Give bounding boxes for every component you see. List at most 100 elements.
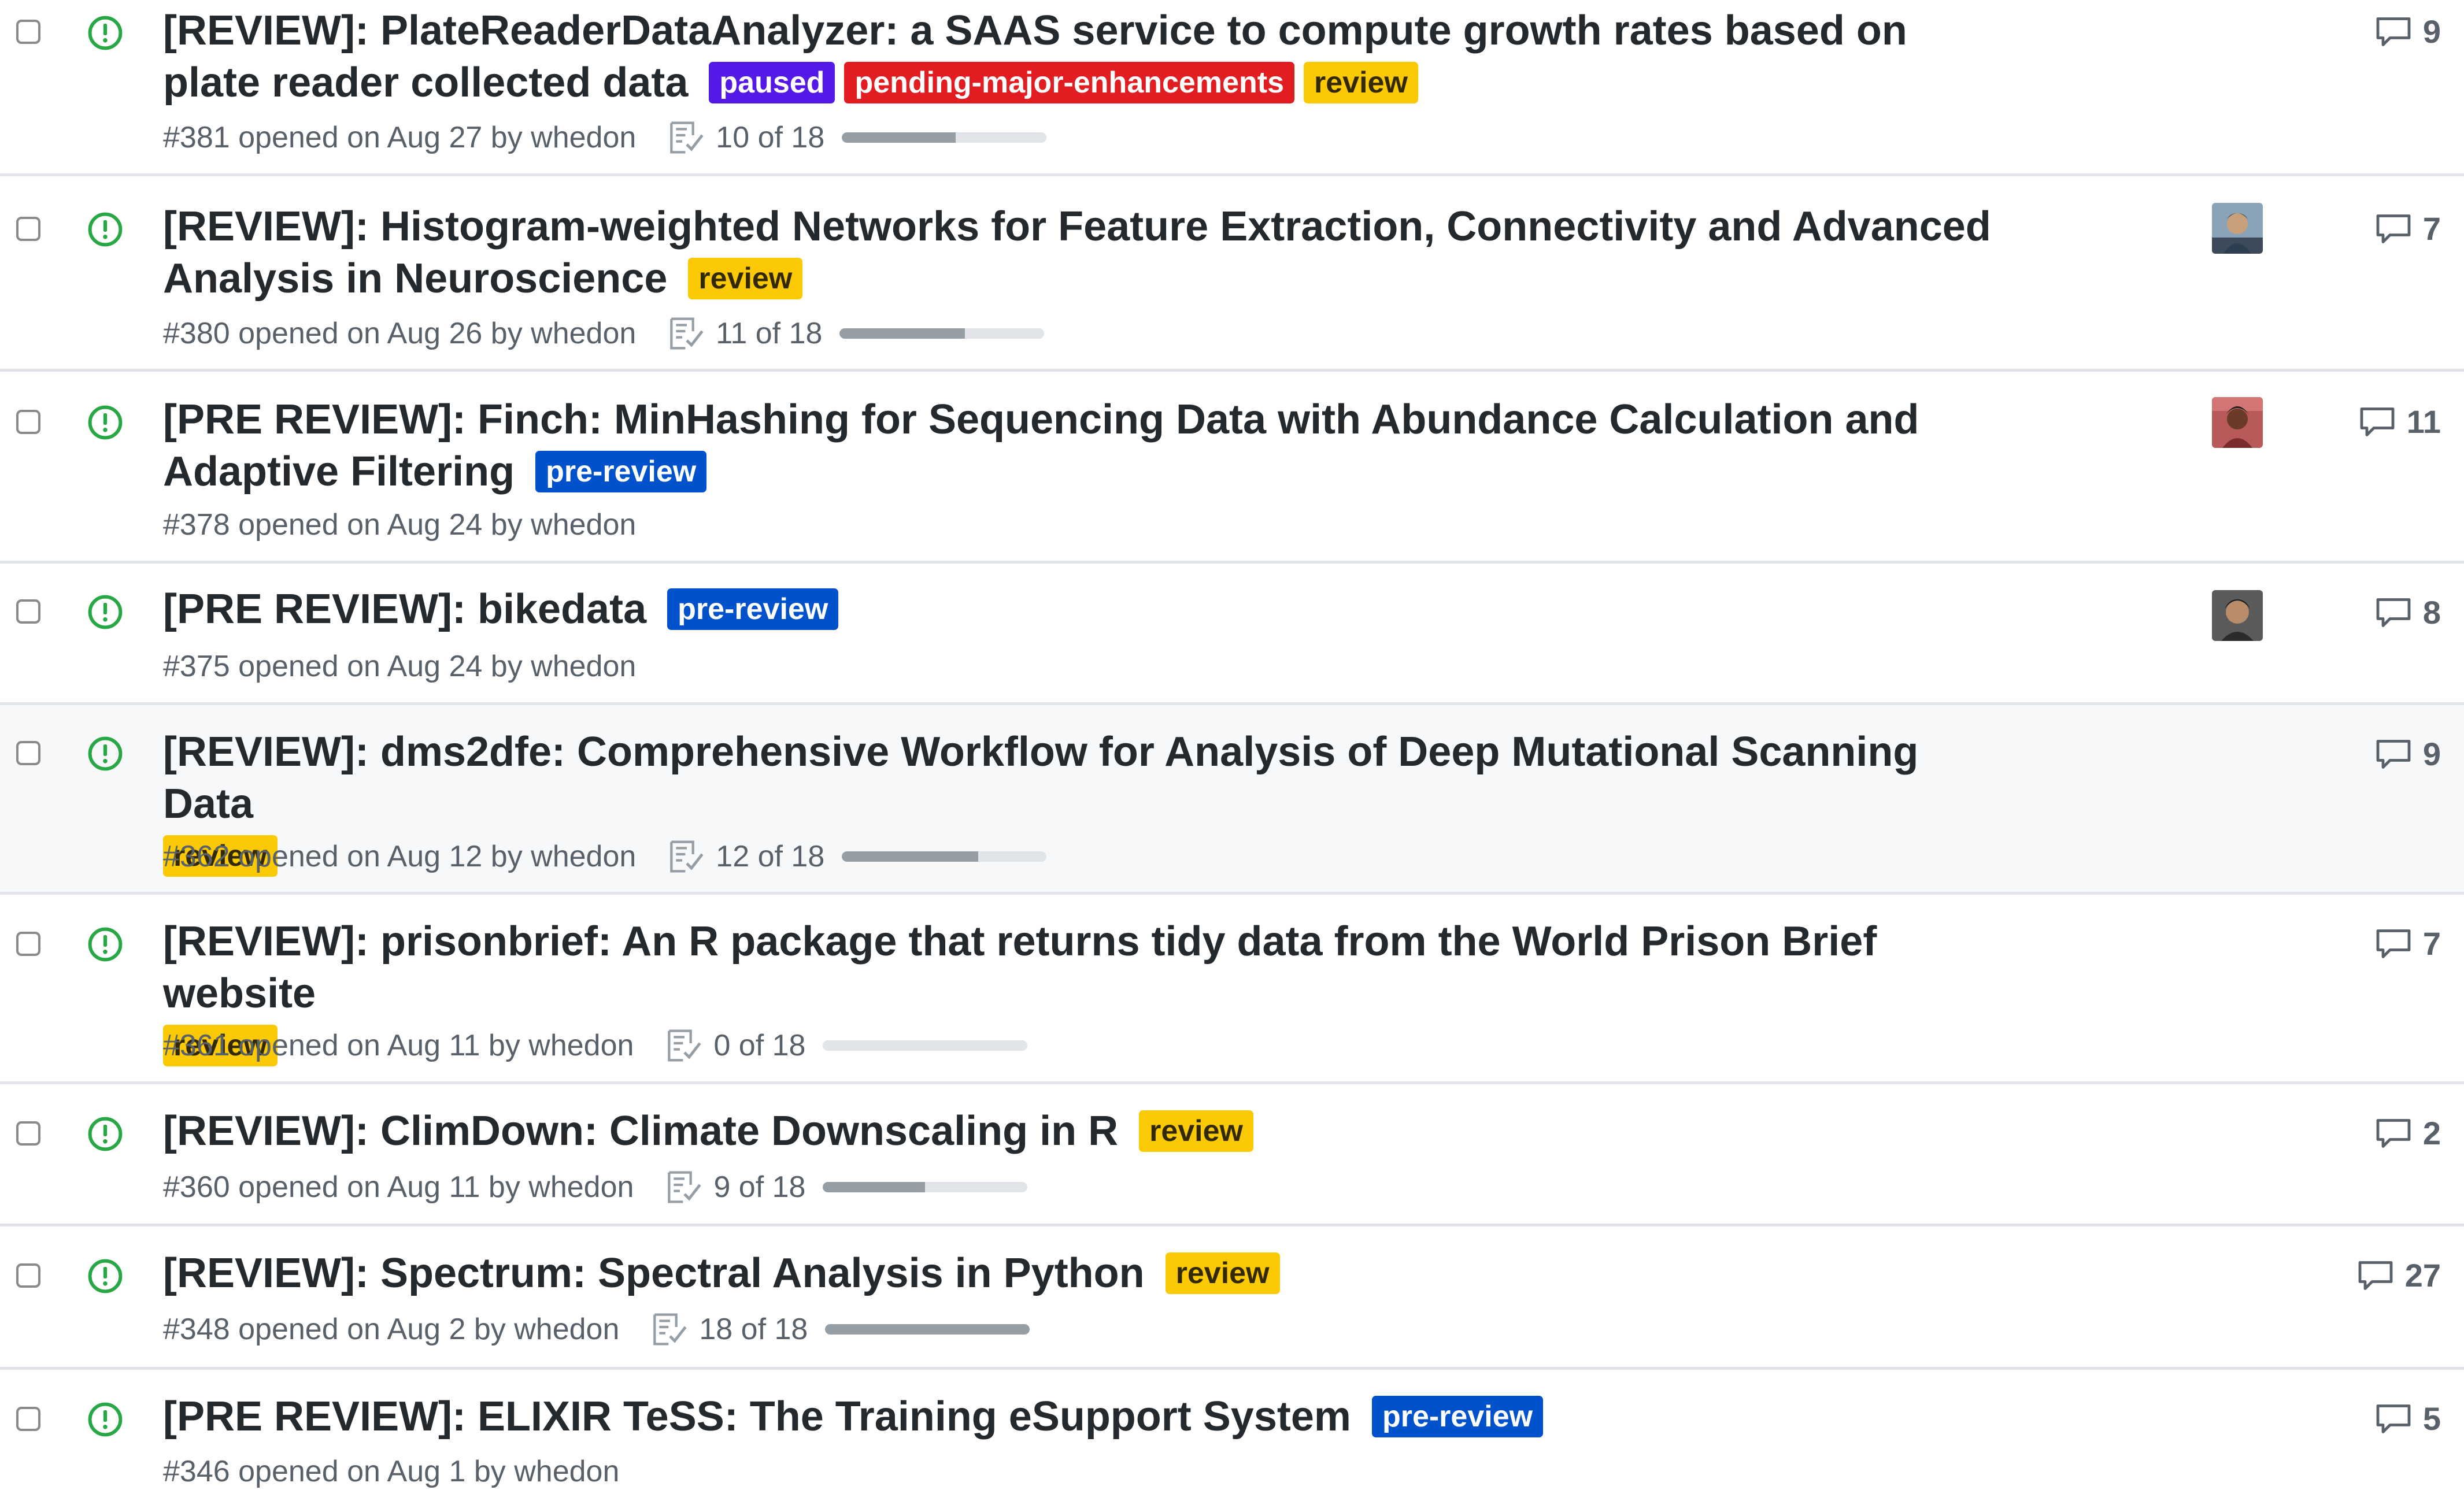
task-progress: 11 of 18 xyxy=(668,315,1045,352)
label-review[interactable]: review xyxy=(1139,1110,1253,1152)
issue-title-link[interactable]: [PRE REVIEW]: Finch: MinHashing for Sequ… xyxy=(163,396,1919,495)
label-review[interactable]: review xyxy=(1304,62,1418,103)
select-checkbox[interactable] xyxy=(16,410,40,434)
task-progress: 9 of 18 xyxy=(666,1169,1028,1206)
open-issue-icon xyxy=(88,16,123,50)
issue-opened-info: #361 opened on Aug 11 by whedon xyxy=(163,1029,634,1062)
checklist-icon xyxy=(668,1171,701,1203)
issue-opened-info: #375 opened on Aug 24 by whedon xyxy=(163,650,637,683)
issue-meta: #380 opened on Aug 26 by whedon 11 of 18 xyxy=(163,315,1045,352)
issue-row: [REVIEW]: dms2dfe: Comprehensive Workflo… xyxy=(0,705,2464,895)
comment-icon xyxy=(2376,1118,2411,1148)
task-count: 18 of 18 xyxy=(699,1313,808,1346)
open-issue-icon xyxy=(88,405,123,440)
label-paused[interactable]: paused xyxy=(709,62,835,103)
issue-opened-info: #346 opened on Aug 1 by whedon xyxy=(163,1455,620,1488)
comment-icon xyxy=(2376,214,2411,243)
issue-opened-info: #348 opened on Aug 2 by whedon xyxy=(163,1313,620,1346)
select-checkbox[interactable] xyxy=(16,217,40,241)
issue-title-block: [PRE REVIEW]: Finch: MinHashing for Sequ… xyxy=(163,394,2013,498)
open-issue-icon xyxy=(88,595,123,629)
comment-count: 7 xyxy=(2422,210,2441,247)
comments-link[interactable]: 9 xyxy=(2374,735,2441,773)
issue-title-link[interactable]: [REVIEW]: Spectrum: Spectral Analysis in… xyxy=(163,1250,1145,1296)
assignee-avatar[interactable] xyxy=(2212,590,2263,641)
issue-title-block: [REVIEW]: Spectrum: Spectral Analysis in… xyxy=(163,1247,2013,1299)
open-issue-icon xyxy=(88,1402,123,1437)
checklist-icon xyxy=(670,121,704,154)
task-progress-bar xyxy=(842,132,1047,143)
comment-icon xyxy=(2376,598,2411,627)
select-checkbox[interactable] xyxy=(16,741,40,765)
comments-link[interactable]: 27 xyxy=(2356,1257,2441,1294)
issue-title-block: [REVIEW]: PlateReaderDataAnalyzer: a SAA… xyxy=(163,5,2013,109)
comments-link[interactable]: 9 xyxy=(2374,13,2441,50)
comments-link[interactable]: 8 xyxy=(2374,594,2441,631)
task-count: 9 of 18 xyxy=(713,1170,806,1204)
comments-link[interactable]: 5 xyxy=(2374,1400,2441,1437)
label-pre-review[interactable]: pre-review xyxy=(667,588,839,630)
issue-title-block: [PRE REVIEW]: bikedata pre-review xyxy=(163,583,2013,635)
issue-title-link[interactable]: [REVIEW]: prisonbrief: An R package that… xyxy=(163,918,1877,1017)
label-pre-review[interactable]: pre-review xyxy=(1371,1396,1544,1437)
task-count: 10 of 18 xyxy=(716,121,825,154)
comment-icon xyxy=(2360,407,2395,436)
select-checkbox[interactable] xyxy=(16,20,40,44)
task-progress-fill xyxy=(825,1324,1030,1335)
task-progress-bar xyxy=(823,1040,1028,1051)
issue-title-block: [REVIEW]: ClimDown: Climate Downscaling … xyxy=(163,1105,2013,1157)
select-checkbox[interactable] xyxy=(16,1263,40,1288)
issue-row: [PRE REVIEW]: bikedata pre-review #375 o… xyxy=(0,564,2464,705)
comments-link[interactable]: 11 xyxy=(2358,403,2441,440)
task-progress: 10 of 18 xyxy=(668,119,1047,156)
issue-opened-info: #362 opened on Aug 12 by whedon xyxy=(163,840,637,873)
comment-count: 2 xyxy=(2422,1115,2441,1151)
comment-count: 8 xyxy=(2422,594,2441,631)
task-progress: 18 of 18 xyxy=(652,1311,1030,1348)
checklist-icon xyxy=(670,317,704,350)
open-issue-icon xyxy=(88,927,123,962)
label-review[interactable]: review xyxy=(1165,1252,1280,1294)
open-issue-icon xyxy=(88,212,123,247)
task-progress-fill xyxy=(842,851,979,862)
task-count: 0 of 18 xyxy=(713,1029,806,1062)
comments-link[interactable]: 2 xyxy=(2374,1114,2441,1152)
issue-row: [REVIEW]: Spectrum: Spectral Analysis in… xyxy=(0,1226,2464,1370)
select-checkbox[interactable] xyxy=(16,599,40,624)
comments-link[interactable]: 7 xyxy=(2374,925,2441,962)
comment-count: 11 xyxy=(2406,403,2441,440)
issue-title-link[interactable]: [REVIEW]: Histogram-weighted Networks fo… xyxy=(163,203,1991,302)
issue-meta: #360 opened on Aug 11 by whedon 9 of 18 xyxy=(163,1169,1028,1206)
comment-count: 27 xyxy=(2404,1257,2441,1293)
checklist-icon xyxy=(670,840,704,873)
issue-meta: #378 opened on Aug 24 by whedon xyxy=(163,506,636,543)
label-pre-review[interactable]: pre-review xyxy=(535,451,707,492)
issue-title-link[interactable]: [REVIEW]: ClimDown: Climate Downscaling … xyxy=(163,1108,1118,1154)
issue-title-link[interactable]: [PRE REVIEW]: bikedata xyxy=(163,586,646,632)
label-pending-major-enhancements[interactable]: pending-major-enhancements xyxy=(844,62,1295,103)
label-review[interactable]: review xyxy=(688,258,803,299)
select-checkbox[interactable] xyxy=(16,1121,40,1146)
issue-title-link[interactable]: [REVIEW]: dms2dfe: Comprehensive Workflo… xyxy=(163,729,1918,827)
checklist-icon xyxy=(668,1029,701,1062)
issue-meta: #375 opened on Aug 24 by whedon xyxy=(163,648,636,685)
comment-count: 5 xyxy=(2422,1400,2441,1437)
issue-opened-info: #380 opened on Aug 26 by whedon xyxy=(163,317,637,350)
comments-link[interactable]: 7 xyxy=(2374,210,2441,247)
task-progress-fill xyxy=(842,132,956,143)
comment-count: 9 xyxy=(2422,736,2441,772)
task-progress: 12 of 18 xyxy=(668,838,1047,875)
open-issue-icon xyxy=(88,1259,123,1293)
issue-opened-info: #360 opened on Aug 11 by whedon xyxy=(163,1170,634,1204)
comment-icon xyxy=(2358,1261,2393,1290)
assignee-avatar[interactable] xyxy=(2212,397,2263,448)
assignee-avatar[interactable] xyxy=(2212,203,2263,254)
select-checkbox[interactable] xyxy=(16,1407,40,1431)
issue-title-link[interactable]: [PRE REVIEW]: ELIXIR TeSS: The Training … xyxy=(163,1393,1351,1440)
comment-icon xyxy=(2376,17,2411,46)
task-count: 12 of 18 xyxy=(716,840,825,873)
issue-opened-info: #378 opened on Aug 24 by whedon xyxy=(163,508,637,542)
issue-list: [REVIEW]: PlateReaderDataAnalyzer: a SAA… xyxy=(0,0,2464,1489)
issue-row: [PRE REVIEW]: ELIXIR TeSS: The Training … xyxy=(0,1370,2464,1489)
select-checkbox[interactable] xyxy=(16,932,40,956)
